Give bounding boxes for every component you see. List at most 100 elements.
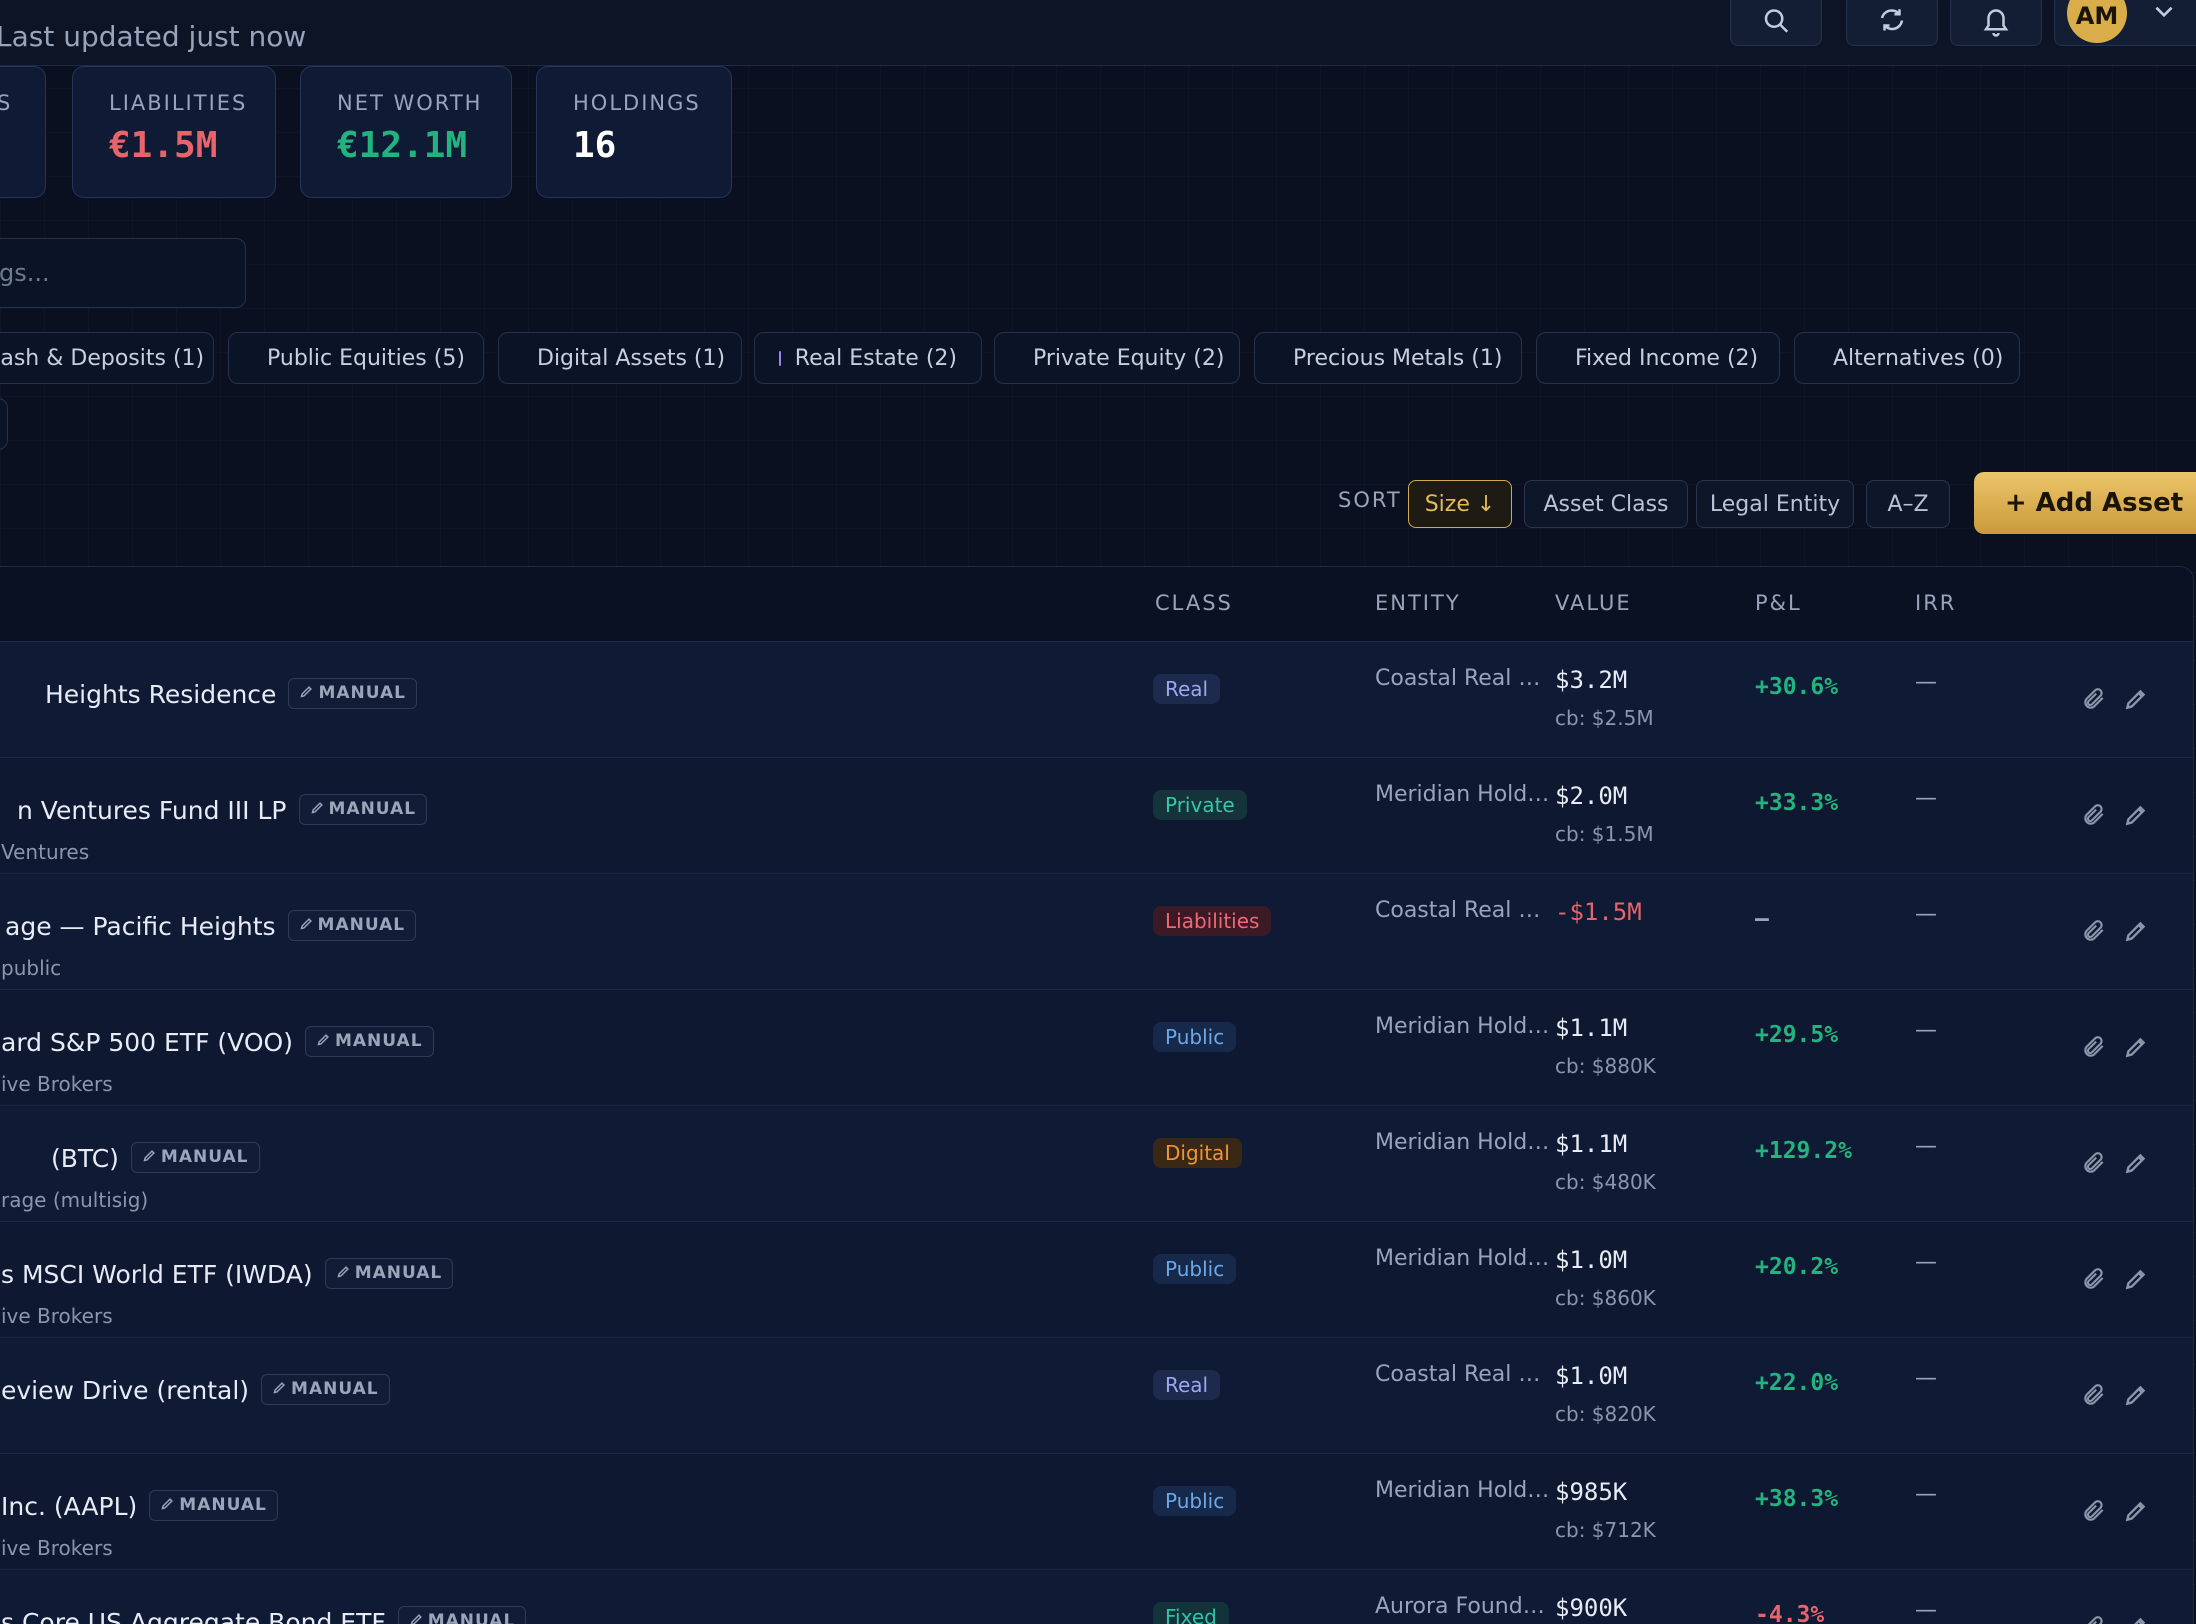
entity-name: Coastal Real Estate LLC bbox=[1375, 666, 1553, 691]
attach-button[interactable] bbox=[2081, 1614, 2107, 1624]
table-row[interactable]: age — Pacific Heights MANUAL public Liabili… bbox=[0, 874, 2193, 990]
column-header-irr[interactable]: IRR bbox=[1915, 591, 1956, 615]
column-header-value[interactable]: VALUE bbox=[1555, 591, 1632, 615]
asset-name[interactable]: age — Pacific Heights MANUAL bbox=[5, 909, 417, 941]
stat-label: LIABILITIES bbox=[109, 91, 248, 115]
pencil-icon bbox=[300, 685, 313, 698]
paperclip-icon bbox=[2084, 1152, 2104, 1173]
column-header-class[interactable]: CLASS bbox=[1155, 591, 1233, 615]
table-row[interactable]: Inc. (AAPL) MANUAL ive Brokers Public Meridi… bbox=[0, 1454, 2193, 1570]
attach-button[interactable] bbox=[2081, 1266, 2107, 1292]
column-header-entity[interactable]: ENTITY bbox=[1375, 591, 1461, 615]
refresh-button[interactable] bbox=[1846, 0, 1938, 46]
attach-button[interactable] bbox=[2081, 1034, 2107, 1060]
asset-name[interactable]: n Ventures Fund III LP MANUAL bbox=[17, 793, 428, 825]
paperclip-icon bbox=[2084, 1500, 2104, 1521]
asset-value: $1.1M bbox=[1555, 1130, 1628, 1158]
asset-name[interactable]: ard S&P 500 ETF (VOO) MANUAL bbox=[1, 1025, 434, 1057]
manual-tag-label: MANUAL bbox=[318, 682, 407, 703]
filter-chip-digital-assets[interactable]: Digital Assets (1) bbox=[498, 332, 742, 384]
filter-chip-real-estate[interactable]: Real Estate (2) bbox=[754, 332, 982, 384]
edit-button[interactable] bbox=[2123, 1150, 2149, 1176]
asset-value: $900K bbox=[1555, 1594, 1628, 1622]
filter-chip-fixed-income[interactable]: Fixed Income (2) bbox=[1536, 332, 1780, 384]
paperclip-icon bbox=[2084, 1268, 2104, 1289]
sort-size-button[interactable]: Size ↓ bbox=[1408, 480, 1512, 528]
user-menu[interactable]: AM bbox=[2054, 0, 2196, 46]
filter-chip-label: Alternatives (0) bbox=[1833, 345, 2004, 371]
pnl-value: +29.5% bbox=[1755, 1022, 1839, 1048]
asset-name[interactable]: s MSCI World ETF (IWDA) MANUAL bbox=[1, 1257, 454, 1289]
asset-name[interactable]: s Core US Aggregate Bond ETF MANUAL bbox=[1, 1605, 527, 1624]
edit-button[interactable] bbox=[2123, 918, 2149, 944]
search-icon bbox=[1764, 9, 1789, 33]
filter-chip-label: Private Equity (2) bbox=[1033, 345, 1225, 371]
filter-chip-alternatives[interactable]: Alternatives (0) bbox=[1794, 332, 2020, 384]
asset-subtitle: ive Brokers bbox=[1, 1536, 113, 1560]
class-badge: Public bbox=[1153, 1022, 1237, 1052]
asset-value: $1.1M bbox=[1555, 1014, 1628, 1042]
filter-chip-overflow[interactable] bbox=[0, 398, 8, 450]
manual-tag: MANUAL bbox=[397, 1605, 527, 1624]
search-input[interactable]: gs... bbox=[0, 238, 246, 308]
sort-legal-entity-button[interactable]: Legal Entity bbox=[1696, 480, 1854, 528]
swatch-icon bbox=[779, 350, 781, 366]
edit-button[interactable] bbox=[2123, 686, 2149, 712]
attach-button[interactable] bbox=[2081, 1150, 2107, 1176]
column-header-pnl[interactable]: P&L bbox=[1755, 591, 1802, 615]
cost-basis: cb: $2.5M bbox=[1555, 706, 1654, 730]
table-row[interactable]: n Ventures Fund III LP MANUAL Ventures Priv… bbox=[0, 758, 2193, 874]
stat-label: NET WORTH bbox=[337, 91, 483, 115]
sort-az-button[interactable]: A–Z bbox=[1866, 480, 1950, 528]
class-badge: Public bbox=[1153, 1254, 1237, 1284]
filter-chip-public-equities[interactable]: Public Equities (5) bbox=[228, 332, 484, 384]
avatar[interactable]: AM bbox=[2067, 0, 2127, 43]
edit-button[interactable] bbox=[2123, 1382, 2149, 1408]
sort-asset-class-button[interactable]: Asset Class bbox=[1524, 480, 1688, 528]
entity-name: Meridian Holdings bbox=[1375, 1130, 1553, 1155]
add-asset-button[interactable]: + Add Asset bbox=[1974, 472, 2196, 534]
irr-value: — bbox=[1915, 1366, 1937, 1391]
asset-name[interactable]: eview Drive (rental) MANUAL bbox=[1, 1373, 390, 1405]
edit-button[interactable] bbox=[2123, 1034, 2149, 1060]
table-row[interactable]: s MSCI World ETF (IWDA) MANUAL ive Brokers… bbox=[0, 1222, 2193, 1338]
table-row[interactable]: ard S&P 500 ETF (VOO) MANUAL ive Brokers Pu… bbox=[0, 990, 2193, 1106]
attach-button[interactable] bbox=[2081, 1382, 2107, 1408]
table-row[interactable]: (BTC) MANUAL rage (multisig) Digital Meridia… bbox=[0, 1106, 2193, 1222]
paperclip-icon bbox=[2084, 1036, 2104, 1057]
asset-name-text: s Core US Aggregate Bond ETF bbox=[1, 1608, 386, 1624]
edit-button[interactable] bbox=[2123, 1498, 2149, 1524]
asset-name[interactable]: Heights Residence MANUAL bbox=[45, 677, 418, 709]
class-badge: Real bbox=[1153, 1370, 1221, 1400]
manual-tag-label: MANUAL bbox=[160, 1146, 249, 1167]
table-row[interactable]: eview Drive (rental) MANUAL Real Coastal Re… bbox=[0, 1338, 2193, 1454]
asset-name-text: Heights Residence bbox=[45, 680, 277, 709]
asset-name[interactable]: Inc. (AAPL) MANUAL bbox=[1, 1489, 278, 1521]
attach-button[interactable] bbox=[2081, 686, 2107, 712]
notifications-button[interactable] bbox=[1950, 0, 2042, 46]
asset-name[interactable]: (BTC) MANUAL bbox=[51, 1141, 260, 1173]
paperclip-icon bbox=[2084, 920, 2104, 941]
attach-button[interactable] bbox=[2081, 1498, 2107, 1524]
filter-chip-cash[interactable]: Cash & Deposits (1) bbox=[0, 332, 214, 384]
manual-tag: MANUAL bbox=[298, 793, 428, 825]
edit-button[interactable] bbox=[2123, 802, 2149, 828]
asset-value: $1.0M bbox=[1555, 1246, 1628, 1274]
edit-button[interactable] bbox=[2123, 1614, 2149, 1624]
top-bar: Last updated just now AM bbox=[0, 0, 2196, 66]
filter-chip-precious-metals[interactable]: Precious Metals (1) bbox=[1254, 332, 1522, 384]
filter-chip-private-equity[interactable]: Private Equity (2) bbox=[994, 332, 1240, 384]
asset-name-text: s MSCI World ETF (IWDA) bbox=[1, 1260, 313, 1289]
attach-button[interactable] bbox=[2081, 918, 2107, 944]
attach-button[interactable] bbox=[2081, 802, 2107, 828]
table-row[interactable]: Heights Residence MANUAL Real Coastal Real … bbox=[0, 642, 2193, 758]
table-row[interactable]: s Core US Aggregate Bond ETF MANUAL Fixed A… bbox=[0, 1570, 2193, 1624]
manual-tag-label: MANUAL bbox=[334, 1030, 423, 1051]
edit-button[interactable] bbox=[2123, 1266, 2149, 1292]
filter-chip-label: Real Estate (2) bbox=[794, 345, 957, 371]
class-badge: Public bbox=[1153, 1486, 1237, 1516]
paperclip-icon bbox=[2087, 1616, 2103, 1624]
paperclip-icon bbox=[2084, 688, 2104, 709]
paperclip-icon bbox=[2084, 804, 2104, 825]
search-button[interactable] bbox=[1730, 0, 1822, 46]
